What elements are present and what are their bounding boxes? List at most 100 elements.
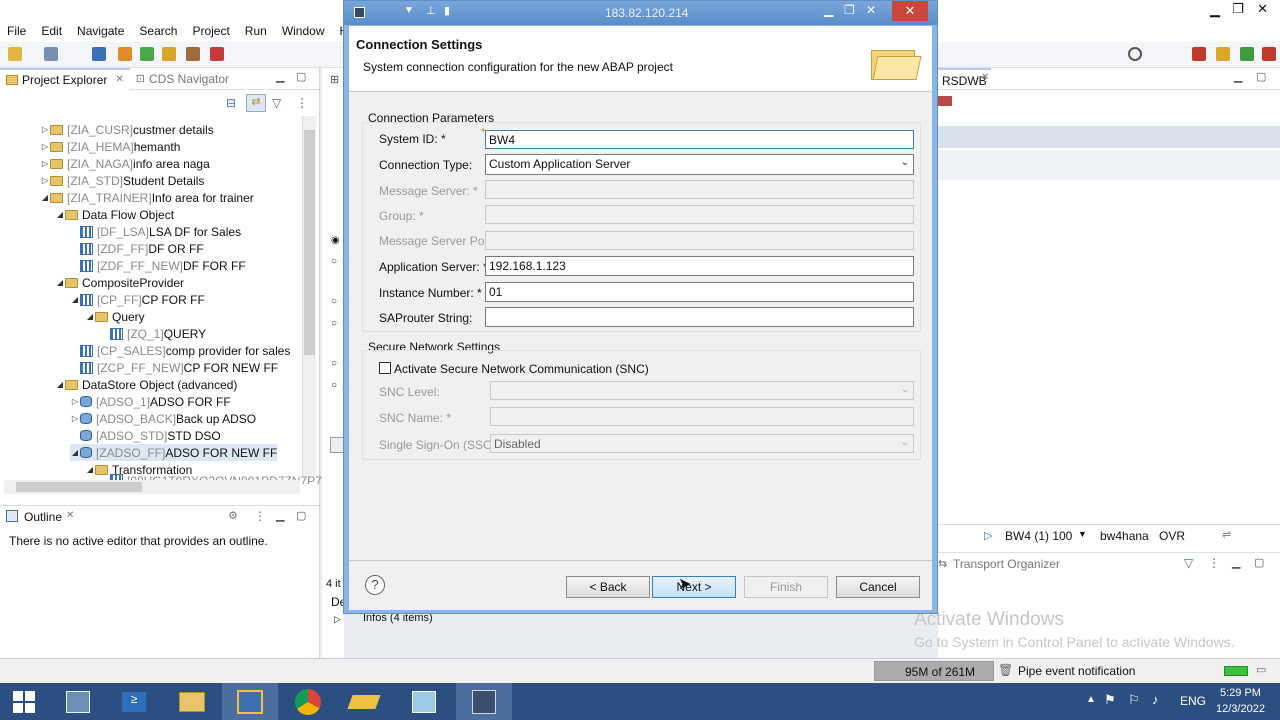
close-icon[interactable]: ✕: [66, 510, 74, 521]
trash-icon[interactable]: 🗑: [998, 663, 1013, 677]
expand-icon[interactable]: ▷: [40, 125, 50, 134]
network-warning-icon[interactable]: ⚑: [1104, 692, 1116, 708]
minimize-icon[interactable]: ▁: [1234, 70, 1242, 83]
run-icon[interactable]: [140, 47, 154, 61]
save-icon[interactable]: [44, 47, 58, 61]
minimize-icon[interactable]: ▁: [276, 70, 284, 83]
expand-icon[interactable]: ▷: [70, 414, 80, 423]
menu-search[interactable]: Search: [132, 24, 185, 38]
tree-item[interactable]: ▷ [ZIA_STD] Student Details: [40, 172, 204, 189]
expand-icon[interactable]: ▷: [40, 159, 50, 168]
collapse-icon[interactable]: ◢: [55, 210, 65, 219]
tree-item[interactable]: ▷ [ZIA_CUSR] custmer details: [40, 121, 214, 138]
minimize-icon[interactable]: ▁: [824, 3, 833, 17]
tree-item[interactable]: ◢ DataStore Object (advanced): [55, 376, 238, 393]
collapse-icon[interactable]: ◢: [55, 278, 65, 287]
collapse-icon[interactable]: ◢: [70, 448, 80, 457]
perspective-debug-icon[interactable]: [1262, 47, 1276, 61]
debug-icon[interactable]: [210, 47, 224, 61]
tree-item[interactable]: [ZQ_1] QUERY: [100, 325, 206, 342]
action-center-icon[interactable]: ⚐: [1128, 692, 1140, 708]
filter-icon[interactable]: ▽: [272, 96, 281, 110]
taskbar-explorer[interactable]: [164, 683, 220, 720]
collapse-icon[interactable]: ◢: [85, 465, 95, 474]
message-server-port-input[interactable]: [485, 231, 914, 250]
outline-options-icon[interactable]: ⚙: [228, 509, 238, 522]
perspective-bw-icon[interactable]: [1240, 47, 1254, 61]
menu-file[interactable]: File: [0, 24, 34, 38]
tree-item[interactable]: ▷ [ADSO_BACK] Back up ADSO: [70, 410, 256, 427]
remote-close-icon[interactable]: ✕: [892, 1, 928, 21]
maximize-icon[interactable]: ▢: [1254, 556, 1264, 569]
tree-item[interactable]: [ZDF_FF] DF OR FF: [70, 240, 204, 257]
collapse-icon[interactable]: ◢: [55, 380, 65, 389]
taskbar-app-4[interactable]: [222, 683, 278, 720]
package-icon[interactable]: [186, 47, 200, 61]
snc-checkbox-label[interactable]: Activate Secure Network Communication (S…: [394, 362, 649, 376]
close-icon[interactable]: ✕: [115, 74, 123, 85]
menu-project[interactable]: Project: [185, 24, 237, 38]
saprouter-input[interactable]: [485, 307, 914, 327]
group-input[interactable]: [485, 205, 914, 224]
tree-item[interactable]: ◢ CompositeProvider: [55, 274, 184, 291]
cursor-icon[interactable]: [92, 47, 106, 61]
message-server-input[interactable]: [485, 180, 914, 199]
close-icon[interactable]: ✕: [1257, 1, 1268, 17]
scrollbar-thumb[interactable]: [16, 482, 142, 492]
minimize-icon[interactable]: ▁: [1210, 2, 1220, 18]
maximize-icon[interactable]: ▢: [1256, 70, 1266, 83]
clock-date[interactable]: 12/3/2022: [1216, 703, 1265, 715]
volume-icon[interactable]: ♪: [1152, 692, 1159, 707]
maximize-icon[interactable]: ▢: [296, 509, 306, 522]
progress-view-icon[interactable]: ▭: [1256, 663, 1266, 676]
minimize-icon[interactable]: ▁: [276, 509, 284, 522]
view-menu-icon[interactable]: ⋮: [254, 509, 266, 523]
tab-cds-navigator[interactable]: ⊡ CDS Navigator: [130, 68, 235, 90]
tree-item[interactable]: [ZCP_FF_NEW] CP FOR NEW FF: [70, 359, 278, 376]
menu-navigate[interactable]: Navigate: [70, 24, 132, 38]
taskbar-eclipse[interactable]: [456, 683, 512, 720]
taskbar-sap-logon[interactable]: [336, 683, 392, 720]
filter-icon[interactable]: ▽: [1184, 556, 1193, 570]
expand-icon[interactable]: ▷: [40, 142, 50, 151]
collapse-all-icon[interactable]: ⊟: [226, 96, 236, 110]
tree-item[interactable]: [CP_SALES] comp provider for sales: [70, 342, 290, 359]
collapse-icon[interactable]: ◢: [85, 312, 95, 321]
tree-item[interactable]: ◢ [ZIA_TRAINER] Info area for trainer: [40, 189, 254, 206]
snc-checkbox[interactable]: [379, 362, 391, 374]
system-id-input[interactable]: BW4: [485, 130, 914, 149]
taskbar-powershell[interactable]: ≥: [106, 683, 162, 720]
link-editor-icon[interactable]: ⇄: [246, 94, 266, 112]
heap-bar[interactable]: 95M of 261M: [874, 661, 994, 681]
system-status[interactable]: BW4 (1) 100: [1005, 529, 1072, 543]
taskbar-chrome[interactable]: [280, 683, 336, 720]
taskbar-app-7[interactable]: [396, 683, 452, 720]
cancel-button[interactable]: Cancel: [836, 576, 920, 598]
snc-name-input[interactable]: [490, 407, 914, 426]
start-button[interactable]: [0, 683, 48, 720]
collapse-icon[interactable]: ◢: [40, 193, 50, 202]
minimize-icon[interactable]: ▁: [1232, 556, 1240, 569]
taskbar-server-manager[interactable]: [50, 683, 106, 720]
connection-type-select[interactable]: Custom Application Server ⌄: [485, 154, 914, 175]
menu-window[interactable]: Window: [275, 24, 333, 38]
tree-vertical-scrollbar[interactable]: [302, 116, 316, 476]
finish-button[interactable]: Finish: [744, 576, 828, 598]
close-icon[interactable]: ✕: [866, 3, 876, 17]
perspective-icon[interactable]: [1192, 47, 1206, 61]
tree-item[interactable]: [ADSO_STD] STD DSO: [70, 427, 221, 444]
tree-item[interactable]: ◢ Query: [85, 308, 145, 325]
chevron-down-icon[interactable]: ▼: [1078, 529, 1087, 539]
language-indicator[interactable]: ENG: [1180, 694, 1206, 708]
view-menu-icon[interactable]: ⋮: [1208, 556, 1220, 570]
application-server-input[interactable]: 192.168.1.123: [485, 256, 914, 276]
next-button[interactable]: Next >: [652, 576, 736, 598]
help-icon[interactable]: ?: [365, 575, 385, 595]
show-hidden-icons[interactable]: ▲: [1086, 694, 1096, 705]
scrollbar-thumb[interactable]: [304, 130, 315, 355]
view-menu-icon[interactable]: ⋮: [296, 96, 308, 110]
maximize-icon[interactable]: ▢: [296, 70, 306, 83]
clock-time[interactable]: 5:29 PM: [1220, 687, 1261, 699]
tab-project-explorer[interactable]: Project Explorer ✕: [0, 67, 130, 90]
tree-item[interactable]: [DF_LSA] LSA DF for Sales: [70, 223, 241, 240]
